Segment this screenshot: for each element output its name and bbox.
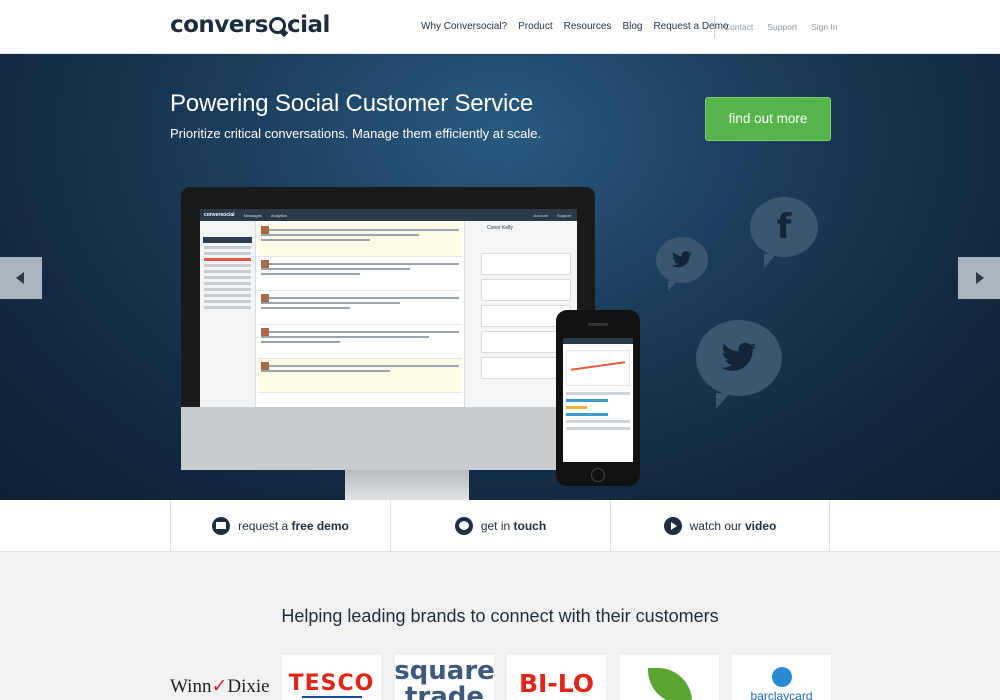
conversocial-logo[interactable]: convers cial [170,12,330,38]
app-sidebar [200,221,256,407]
nav-why-conversocial[interactable]: Why Conversocial? [421,21,507,32]
twitter-icon [696,320,782,409]
app-message-list [258,223,462,407]
carousel-next-button[interactable] [958,257,1000,299]
monitor-icon [212,517,231,535]
feature-links-bar: request a free demo get in touch watch o… [0,500,1000,552]
hero-title: Powering Social Customer Service [170,90,534,117]
get-in-touch-link[interactable]: get in touch [390,500,610,552]
brands-heading: Helping leading brands to connect with t… [281,606,719,626]
barclaycard-logo: barclaycard [732,655,831,700]
winn-dixie-logo: Winn✓Dixie [170,676,270,697]
nav-request-demo[interactable]: Request a Demo [653,21,728,32]
nav-sign-in[interactable]: Sign In [811,22,837,32]
bilo-logo: BI-LO [507,655,606,700]
phone-analytics-screen [563,338,633,462]
play-icon [663,517,682,535]
nav-resources[interactable]: Resources [564,21,612,32]
monitor-chin [181,407,595,470]
twitter-icon [656,237,708,291]
site-header: convers cial Why Conversocial? Product Re… [0,0,1000,54]
nav-support[interactable]: Support [767,22,797,32]
leaf-brand-logo [620,655,719,700]
hero-subtitle: Prioritize critical conversations. Manag… [170,126,542,141]
squaretrade-logo: square trade [395,655,494,700]
hero-banner: Powering Social Customer Service Priorit… [0,54,1000,500]
app-screenshot: conversocial Messages Analytics Account … [200,209,577,407]
app-topbar: conversocial Messages Analytics Account … [200,209,577,221]
tesco-logo: TESCO [282,655,381,700]
logo-bubble-icon [268,17,286,34]
secondary-nav: Contact Support Sign In [724,22,838,32]
chevron-right-icon [976,272,984,284]
facebook-icon: f [750,197,818,268]
nav-divider [714,16,715,38]
watch-video-link[interactable]: watch our video [610,500,830,552]
monitor-stand [345,470,469,500]
find-out-more-button[interactable]: find out more [705,97,831,141]
carousel-prev-button[interactable] [0,257,42,299]
barclaycard-emblem-icon [771,667,792,687]
phone-mockup [556,310,640,486]
nav-product[interactable]: Product [518,21,552,32]
phone-line-chart [566,350,630,386]
nav-contact[interactable]: Contact [724,22,753,32]
chevron-left-icon [16,272,24,284]
desktop-monitor-mockup: conversocial Messages Analytics Account … [181,187,595,470]
request-demo-link[interactable]: request a free demo [170,500,390,552]
chat-icon [454,517,473,535]
phone-home-button [591,468,605,482]
main-nav: Why Conversocial? Product Resources Blog… [421,21,729,32]
nav-blog[interactable]: Blog [622,21,642,32]
leaf-icon [647,667,692,700]
